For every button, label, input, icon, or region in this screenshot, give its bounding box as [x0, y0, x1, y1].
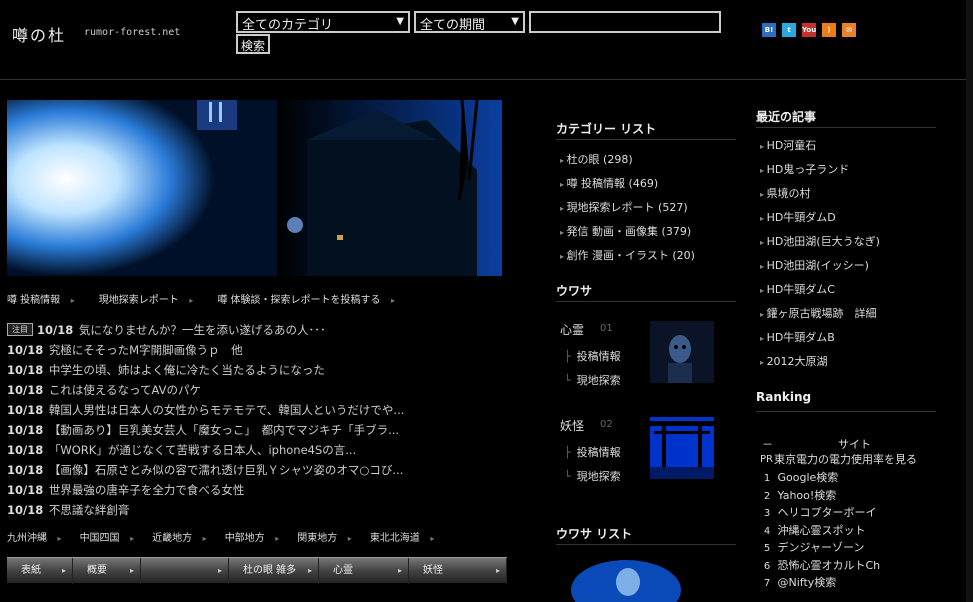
- nav-post-info[interactable]: 噂 投稿情報: [7, 291, 75, 306]
- recent-item[interactable]: HD池田湖(イッシー): [756, 254, 936, 278]
- uwasa-ghost-field-link[interactable]: └ 現地探索: [564, 369, 621, 393]
- pr-label: PR: [760, 454, 773, 465]
- region-kyushu[interactable]: 九州沖縄: [7, 529, 62, 544]
- period-select[interactable]: 全ての期間 ▼: [414, 11, 525, 33]
- tab-yokai[interactable]: 妖怪: [409, 558, 507, 584]
- uwasa-yokai-post-link[interactable]: ├ 投稿情報: [564, 441, 621, 465]
- recent-column: 最近の記事 HD河童石 HD鬼っ子ランド 県境の村 HD牛頸ダムD HD池田湖(…: [756, 108, 936, 374]
- ranking-item[interactable]: 2 Yahoo!検索: [760, 487, 930, 505]
- uwasa-ghost-block: 心霊 01 ├ 投稿情報 └ 現地探索: [556, 321, 736, 407]
- region-chugoku[interactable]: 中国四国: [80, 529, 135, 544]
- list-item[interactable]: 10/18 【画像】石原さとみ似の容で濡れ透け巨乳Ｙシャツ姿のオマ○コび...: [7, 460, 427, 480]
- tab-misc[interactable]: 杜の眼 雑多: [229, 558, 319, 584]
- region-tohoku[interactable]: 東北北海道: [370, 529, 435, 544]
- list-item[interactable]: 10/18 究極にそそったM字開脚画像うｐ 他: [7, 340, 427, 360]
- featured-badge: 注目: [7, 323, 33, 336]
- rss-icon[interactable]: ): [822, 23, 836, 37]
- recent-item[interactable]: 2012大原湖: [756, 350, 936, 374]
- youtube-icon[interactable]: You: [802, 23, 816, 37]
- ranking-header: － サイト: [762, 438, 871, 451]
- region-chubu[interactable]: 中部地方: [225, 529, 280, 544]
- sub-nav: 噂 投稿情報 現地探索レポート 噂 体験談・探索レポートを投稿する: [7, 291, 395, 306]
- site-domain: rumor-forest.net: [84, 27, 181, 38]
- ranking-pr-item[interactable]: PR 東京電力の電力使用率を見る: [760, 453, 930, 467]
- list-item[interactable]: 10/18 世界最強の唐辛子を全力で食べる女性: [7, 480, 427, 500]
- ranking-list: － サイト PR 東京電力の電力使用率を見る 1 Google検索 2 Yaho…: [760, 437, 930, 592]
- region-nav: 九州沖縄 中国四国 近畿地方 中部地方 関東地方 東北北海道: [7, 529, 434, 544]
- category-item[interactable]: 現地探索レポート (527): [556, 196, 736, 220]
- ranking-item[interactable]: 5 デンジャーゾーン: [760, 539, 930, 557]
- search-button[interactable]: 検索: [236, 34, 271, 54]
- yokai-thumbnail[interactable]: [650, 417, 714, 479]
- category-list: 杜の眼 (298) 噂 投稿情報 (469) 現地探索レポート (527) 発信…: [556, 148, 736, 268]
- ghost-thumbnail[interactable]: [650, 321, 714, 383]
- nav-submit-report[interactable]: 噂 体験談・探索レポートを投稿する: [217, 291, 395, 306]
- uwasa-yokai-field-link[interactable]: └ 現地探索: [564, 465, 621, 489]
- nav-field-report[interactable]: 現地探索レポート: [99, 291, 194, 306]
- category-item[interactable]: 噂 投稿情報 (469): [556, 172, 736, 196]
- chevron-down-icon: ▼: [396, 16, 404, 27]
- period-select-value: 全ての期間: [420, 18, 486, 33]
- category-select[interactable]: 全てのカテゴリ ▼: [236, 11, 410, 33]
- news-list: 注目 10/18 気になりませんか？一生を添い遂げるあの人･･･ 10/18 究極…: [7, 320, 427, 520]
- uwasa-yokai-block: 妖怪 02 ├ 投稿情報 └ 現地探索: [556, 417, 736, 503]
- twitter-icon[interactable]: t: [782, 23, 796, 37]
- list-item[interactable]: 10/18 「WORK」が通じなくて苦戦する日本人、iphone4Sの言...: [7, 440, 427, 460]
- ranking-item[interactable]: 3 ヘリコプターボーイ: [760, 504, 930, 522]
- list-item[interactable]: 10/18 中学生の頃、姉はよく俺に冷たく当たるようになった: [7, 360, 427, 380]
- category-item[interactable]: 発信 動画・画像集 (379): [556, 220, 736, 244]
- category-select-value: 全てのカテゴリ: [242, 18, 334, 33]
- hero-banner-image: [7, 100, 502, 276]
- uwasa-list-title: ウワサ リスト: [556, 525, 736, 545]
- site-header: 噂の杜 rumor-forest.net 全てのカテゴリ ▼ 全ての期間 ▼ 検…: [0, 0, 973, 80]
- recent-title: 最近の記事: [756, 108, 936, 128]
- list-item[interactable]: 10/18 不思議な絆創膏: [7, 500, 427, 520]
- recent-item[interactable]: 鑵ヶ原古戦場跡 詳細: [756, 302, 936, 326]
- uwasa-yokai-title[interactable]: 妖怪: [560, 417, 584, 434]
- recent-item[interactable]: 県境の村: [756, 182, 936, 206]
- social-links: B! t You ) ✉: [762, 23, 856, 37]
- chevron-down-icon: ▼: [511, 16, 519, 27]
- category-item[interactable]: 創作 漫画・イラスト (20): [556, 244, 736, 268]
- ranking-item[interactable]: 6 恐怖心霊オカルトCh: [760, 557, 930, 575]
- category-column: カテゴリー リスト 杜の眼 (298) 噂 投稿情報 (469) 現地探索レポー…: [556, 100, 736, 602]
- uwasa-ghost-number: 01: [600, 323, 613, 334]
- recent-item[interactable]: HD鬼っ子ランド: [756, 158, 936, 182]
- list-item[interactable]: 10/18 韓国人男性は日本人の女性からモテモテで、韓国人というだけでや...: [7, 400, 427, 420]
- ranking-item[interactable]: 1 Google検索: [760, 469, 930, 487]
- ranking-title: Ranking: [756, 390, 936, 412]
- uwasa-ghost-post-link[interactable]: ├ 投稿情報: [564, 345, 621, 369]
- tab-ghost[interactable]: 心霊: [319, 558, 409, 584]
- recent-item[interactable]: HD牛頸ダムC: [756, 278, 936, 302]
- search-input[interactable]: [529, 11, 721, 33]
- hatena-bookmark-icon[interactable]: B!: [762, 23, 776, 37]
- region-kinki[interactable]: 近畿地方: [152, 529, 207, 544]
- ranking-item[interactable]: 7 @Nifty検索: [760, 574, 930, 592]
- list-item[interactable]: 10/18 これは使えるなってAVのパケ: [7, 380, 427, 400]
- mail-icon[interactable]: ✉: [842, 23, 856, 37]
- recent-item[interactable]: HD池田湖(巨大うなぎ): [756, 230, 936, 254]
- tab-overview[interactable]: 概要: [73, 558, 141, 584]
- list-item[interactable]: 10/18 【動画あり】巨乳美女芸人「魔女っこ」 都内でマジキチ「手ブラ...: [7, 420, 427, 440]
- recent-item[interactable]: HD河童石: [756, 134, 936, 158]
- uwasa-list-image: [566, 560, 686, 602]
- ranking-item[interactable]: 4 沖縄心霊スポット: [760, 522, 930, 540]
- list-item[interactable]: 注目 10/18 気になりませんか？一生を添い遂げるあの人･･･: [7, 320, 427, 340]
- uwasa-yokai-number: 02: [600, 419, 613, 430]
- recent-list: HD河童石 HD鬼っ子ランド 県境の村 HD牛頸ダムD HD池田湖(巨大うなぎ)…: [756, 134, 936, 374]
- tab-cover[interactable]: 表紙: [7, 558, 73, 584]
- region-kanto[interactable]: 関東地方: [297, 529, 352, 544]
- category-item[interactable]: 杜の眼 (298): [556, 148, 736, 172]
- category-list-title: カテゴリー リスト: [556, 120, 736, 140]
- tab-bar: 表紙 概要 杜の眼 雑多 心霊 妖怪: [7, 557, 507, 584]
- recent-item[interactable]: HD牛頸ダムB: [756, 326, 936, 350]
- uwasa-title: ウワサ: [556, 282, 736, 302]
- recent-item[interactable]: HD牛頸ダムD: [756, 206, 936, 230]
- site-logo[interactable]: 噂の杜: [12, 22, 66, 46]
- vertical-scrollbar[interactable]: [966, 0, 973, 602]
- uwasa-ghost-title[interactable]: 心霊: [560, 321, 584, 338]
- tab-blank: [141, 558, 229, 584]
